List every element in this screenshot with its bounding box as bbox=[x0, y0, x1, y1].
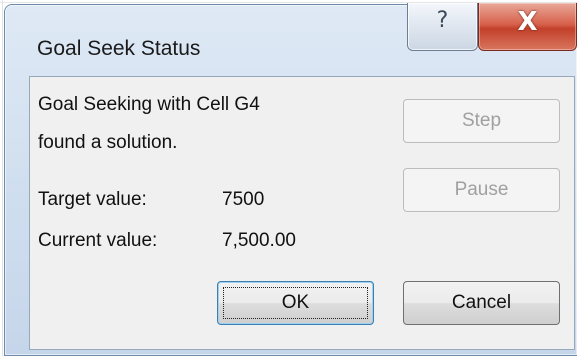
ok-button[interactable]: OK bbox=[217, 281, 374, 325]
step-button[interactable]: Step bbox=[403, 99, 560, 143]
dialog-title: Goal Seek Status bbox=[37, 37, 201, 60]
ok-button-label: OK bbox=[281, 292, 310, 313]
dialog-client-area: Goal Seeking with Cell G4 found a soluti… bbox=[29, 76, 575, 350]
background-grid-line bbox=[2, 0, 3, 356]
status-message-line2: found a solution. bbox=[38, 132, 178, 153]
cancel-button[interactable]: Cancel bbox=[403, 281, 560, 325]
current-value-label: Current value: bbox=[38, 230, 158, 251]
question-mark-icon: ? bbox=[436, 8, 449, 33]
close-icon: X bbox=[517, 7, 538, 37]
help-button[interactable]: ? bbox=[407, 3, 478, 51]
status-message-line1: Goal Seeking with Cell G4 bbox=[38, 94, 260, 115]
screen: Goal Seek Status ? X Goal Seeking with C… bbox=[0, 0, 577, 356]
current-value: 7,500.00 bbox=[222, 230, 296, 251]
goal-seek-status-dialog: Goal Seek Status ? X Goal Seeking with C… bbox=[4, 3, 577, 356]
close-button[interactable]: X bbox=[478, 3, 577, 51]
pause-button[interactable]: Pause bbox=[403, 168, 560, 212]
target-value: 7500 bbox=[222, 189, 265, 210]
target-value-label: Target value: bbox=[38, 189, 147, 210]
